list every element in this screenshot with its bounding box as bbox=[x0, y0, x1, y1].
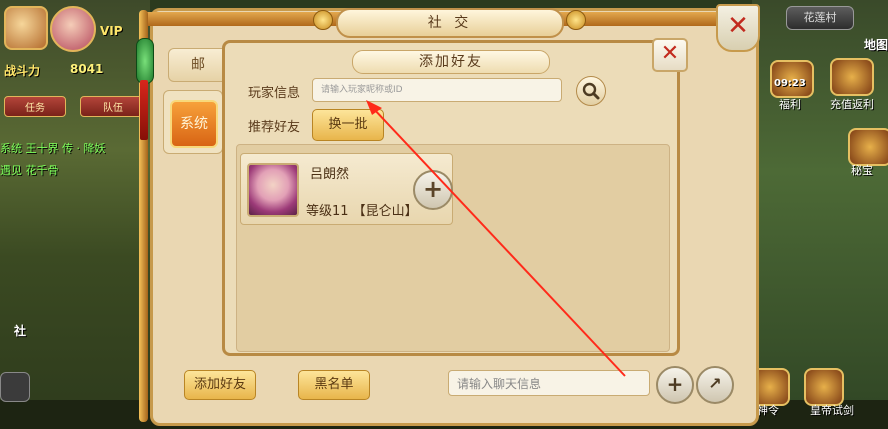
annotation-arrow bbox=[366, 100, 626, 377]
